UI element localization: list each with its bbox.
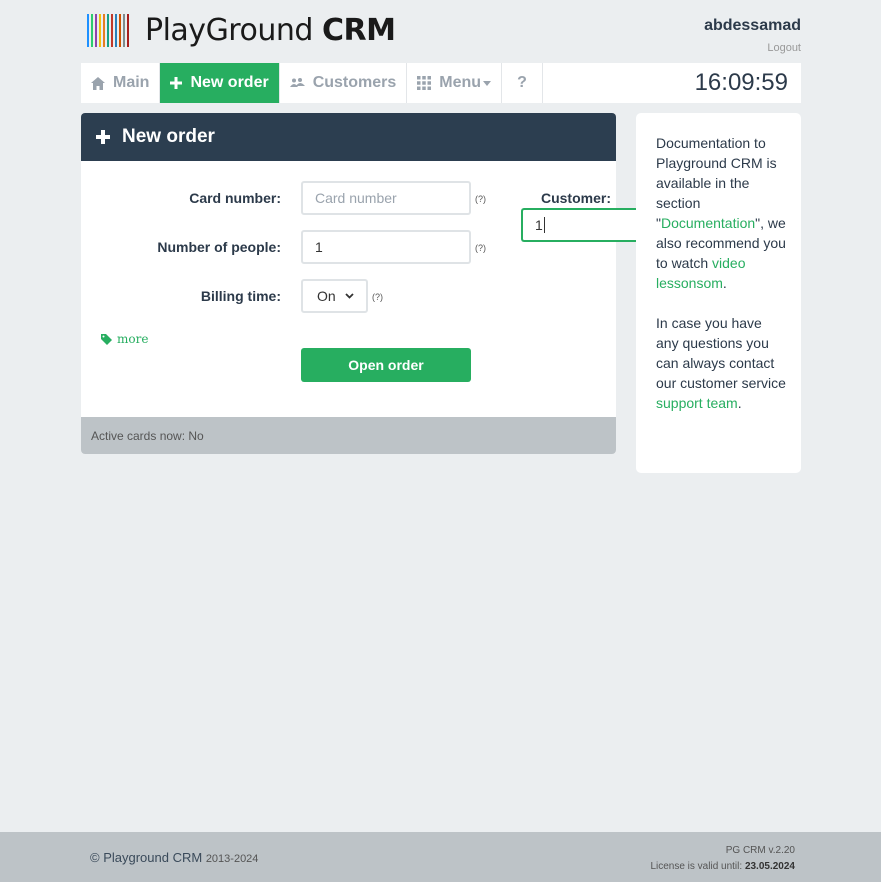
billing-select[interactable]: On — [301, 279, 368, 313]
people-input[interactable]: 1 — [301, 230, 471, 264]
panel-header: New order — [81, 113, 616, 161]
license-label: License is valid until: — [650, 861, 743, 872]
logo-bar — [103, 14, 105, 47]
customer-label: Customer: — [540, 190, 611, 206]
nav-menu-label: Menu — [439, 74, 482, 91]
username: abdessamad — [704, 17, 801, 34]
nav-customers[interactable]: Customers — [280, 63, 408, 103]
chevron-down-icon — [345, 293, 354, 299]
logo-bar — [107, 14, 109, 47]
logo-bars — [87, 14, 129, 47]
logout-link[interactable]: Logout — [704, 42, 801, 54]
people-hint[interactable]: (?) — [475, 243, 486, 253]
card-number-input[interactable]: Card number — [301, 181, 471, 215]
users-icon — [289, 78, 305, 88]
nav-customers-label: Customers — [312, 74, 397, 91]
user-block: abdessamad Logout — [704, 17, 801, 54]
card-number-hint[interactable]: (?) — [475, 194, 486, 204]
nav-main[interactable]: Main — [81, 63, 161, 103]
support-team-link[interactable]: support team — [656, 395, 738, 411]
logo-bar — [87, 14, 89, 47]
support-text-2: . — [737, 395, 742, 411]
logo-bar — [119, 14, 121, 47]
grid-icon — [417, 76, 432, 90]
doc-paragraph: Documentation to Playground CRM is avail… — [656, 133, 787, 293]
customer-input[interactable]: 1 — [521, 208, 636, 242]
tag-icon — [101, 333, 112, 345]
version-text: PG CRM v.2.20 — [725, 845, 795, 856]
active-cards-status: Active cards now: No — [81, 417, 616, 454]
documentation-link[interactable]: Documentation — [661, 215, 755, 231]
logo[interactable]: PlayGround CRM — [87, 13, 396, 48]
logo-bar — [127, 14, 129, 47]
logo-bar — [91, 14, 93, 47]
open-order-button[interactable]: Open order — [301, 348, 471, 382]
navbar: Main New order Customers Menu ? 16:09:59 — [81, 63, 801, 103]
nav-menu[interactable]: Menu — [407, 63, 503, 103]
license-line: License is valid until: 23.05.2024 — [650, 859, 795, 875]
caret-down-icon — [483, 80, 492, 86]
billing-hint[interactable]: (?) — [372, 292, 383, 302]
copyright: © Playground CRM 2013-2024 — [90, 850, 258, 865]
nav-new-order-label: New order — [190, 74, 269, 91]
header: PlayGround CRM abdessamad Logout — [81, 0, 801, 63]
version-info: PG CRM v.2.20 License is valid until: 23… — [650, 843, 795, 875]
logo-bar — [123, 14, 125, 47]
billing-select-value: On — [317, 288, 336, 304]
more-link[interactable]: more — [101, 332, 148, 346]
plus-icon — [170, 77, 183, 89]
logo-bar — [99, 14, 101, 47]
support-paragraph: In case you have any questions you can a… — [656, 313, 787, 413]
nav-help-label: ? — [517, 74, 527, 91]
nav-new-order[interactable]: New order — [160, 63, 280, 103]
footer: © Playground CRM 2013-2024 PG CRM v.2.20… — [0, 832, 881, 882]
customer-input-value: 1 — [535, 217, 543, 233]
people-label: Number of people: — [157, 239, 281, 255]
logo-text-light: PlayGround — [145, 13, 313, 48]
card-number-label: Card number: — [189, 190, 281, 206]
copyright-text: © Playground CRM — [90, 850, 203, 865]
copyright-years: 2013-2024 — [205, 853, 259, 865]
license-date: 23.05.2024 — [744, 861, 795, 872]
logo-bar — [95, 14, 97, 47]
logo-bar — [115, 14, 117, 47]
plus-icon — [96, 126, 110, 148]
logo-text-bold: CRM — [321, 13, 396, 48]
doc-text-3: . — [722, 275, 727, 291]
home-icon — [91, 76, 105, 90]
nav-help[interactable]: ? — [502, 63, 543, 103]
billing-label: Billing time: — [200, 288, 281, 304]
panel-title: New order — [122, 126, 215, 147]
support-text-1: In case you have any questions you can a… — [656, 315, 786, 391]
documentation-box: Documentation to Playground CRM is avail… — [636, 113, 801, 473]
nav-main-label: Main — [113, 74, 150, 91]
new-order-panel: New order Card number: Card number (?) N… — [81, 113, 616, 454]
clock: 16:09:59 — [694, 69, 788, 96]
logo-text: PlayGround CRM — [145, 13, 396, 48]
logo-bar — [111, 14, 113, 47]
text-caret — [543, 217, 545, 233]
more-label: more — [117, 332, 149, 346]
